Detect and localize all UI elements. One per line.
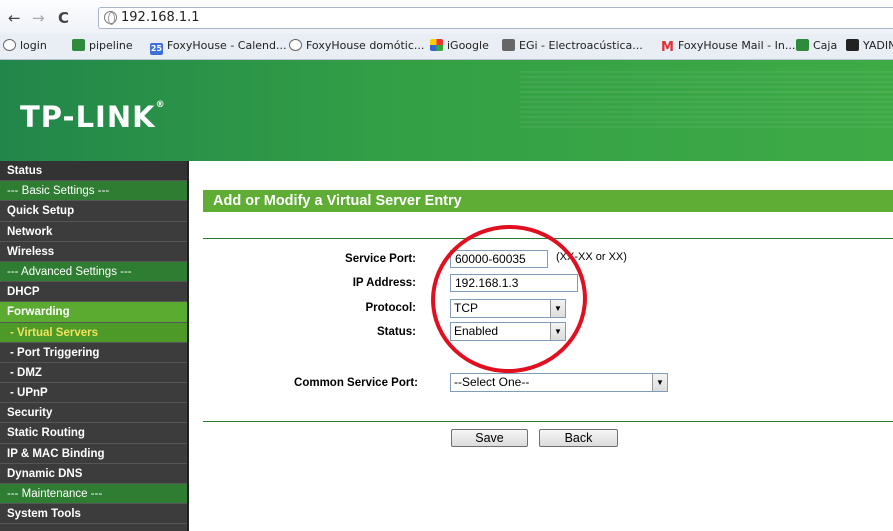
header-decoration: [520, 68, 893, 128]
highlight-circle-annotation: [423, 217, 595, 381]
sidebar-item-security[interactable]: Security: [0, 403, 187, 424]
dropdown-arrow-icon[interactable]: ▼: [652, 374, 667, 391]
sidebar-item-network[interactable]: Network: [0, 221, 187, 242]
sidebar-item-dynamic-dns[interactable]: Dynamic DNS: [0, 463, 187, 484]
sidebar-section-basic-settings: --- Basic Settings ---: [0, 181, 187, 202]
sidebar-item-dhcp[interactable]: DHCP: [0, 282, 187, 303]
bookmark-igoogle[interactable]: iGoogle: [430, 39, 489, 52]
bookmark-login[interactable]: login: [3, 39, 47, 52]
bookmark-pipeline[interactable]: pipeline: [72, 39, 133, 52]
divider-bottom: [203, 421, 893, 422]
sidebar-menu: Status --- Basic Settings --- Quick Setu…: [0, 161, 189, 531]
spreadsheet-icon: [72, 39, 85, 51]
back-arrow-icon[interactable]: ←: [8, 9, 21, 27]
calendar-icon: 25: [150, 43, 163, 55]
sidebar-item-forwarding[interactable]: Forwarding: [0, 302, 187, 323]
page-title: Add or Modify a Virtual Server Entry: [203, 190, 893, 212]
bookmarks-bar: login pipeline 25 FoxyHouse - Calend... F…: [0, 34, 893, 60]
bookmark-caja[interactable]: Caja: [796, 39, 837, 52]
sidebar-section-maintenance: --- Maintenance ---: [0, 484, 187, 505]
common-service-port-select[interactable]: --Select One-- ▼: [450, 373, 668, 392]
bookmark-foxyhouse-mail[interactable]: M FoxyHouse Mail - In...: [661, 39, 795, 54]
protocol-label: Protocol:: [365, 302, 416, 314]
globe-icon: [3, 39, 16, 51]
sidebar-item-static-routing[interactable]: Static Routing: [0, 423, 187, 444]
common-service-port-label: Common Service Port:: [294, 377, 418, 389]
sidebar-item-dmz[interactable]: - DMZ: [0, 362, 187, 384]
page-globe-icon: [104, 11, 117, 25]
ip-address-label: IP Address:: [352, 277, 416, 289]
sidebar-section-advanced-settings: --- Advanced Settings ---: [0, 261, 187, 283]
sidebar-item-port-triggering[interactable]: - Port Triggering: [0, 342, 187, 363]
back-button[interactable]: Back: [539, 429, 618, 447]
status-label: Status:: [377, 326, 416, 338]
gmail-icon: M: [661, 40, 674, 55]
common-service-port-value: --Select One--: [454, 375, 530, 389]
egi-icon: [502, 39, 515, 51]
s-icon: [846, 39, 859, 51]
address-bar[interactable]: 192.168.1.1: [98, 7, 893, 29]
sidebar-item-ip-mac-binding[interactable]: IP & MAC Binding: [0, 443, 187, 464]
router-header: TP-LINK®: [0, 60, 893, 161]
bookmark-foxyhouse-domotica[interactable]: FoxyHouse domótic...: [289, 39, 424, 52]
globe-icon: [289, 39, 302, 51]
forward-arrow-icon[interactable]: →: [32, 9, 45, 27]
bookmark-foxyhouse-calendar[interactable]: 25 FoxyHouse - Calend...: [150, 39, 286, 55]
sidebar-item-wireless[interactable]: Wireless: [0, 241, 187, 262]
spreadsheet-icon: [796, 39, 809, 51]
sidebar-item-system-tools[interactable]: System Tools: [0, 504, 187, 525]
service-port-label: Service Port:: [345, 253, 416, 265]
browser-toolbar: ← → C 192.168.1.1: [0, 0, 893, 34]
bookmark-egi[interactable]: EGi - Electroacústica...: [502, 39, 643, 52]
url-text[interactable]: 192.168.1.1: [121, 10, 200, 25]
reload-icon[interactable]: C: [58, 9, 69, 27]
bookmark-yadin[interactable]: YADIN: [846, 39, 893, 52]
sidebar-item-quick-setup[interactable]: Quick Setup: [0, 201, 187, 222]
igoogle-icon: [430, 39, 443, 51]
sidebar-item-status[interactable]: Status: [0, 161, 187, 182]
tp-link-logo: TP-LINK®: [20, 100, 166, 134]
save-button[interactable]: Save: [451, 429, 528, 447]
sidebar-item-upnp[interactable]: - UPnP: [0, 383, 187, 404]
sidebar-item-virtual-servers[interactable]: - Virtual Servers: [0, 322, 187, 343]
